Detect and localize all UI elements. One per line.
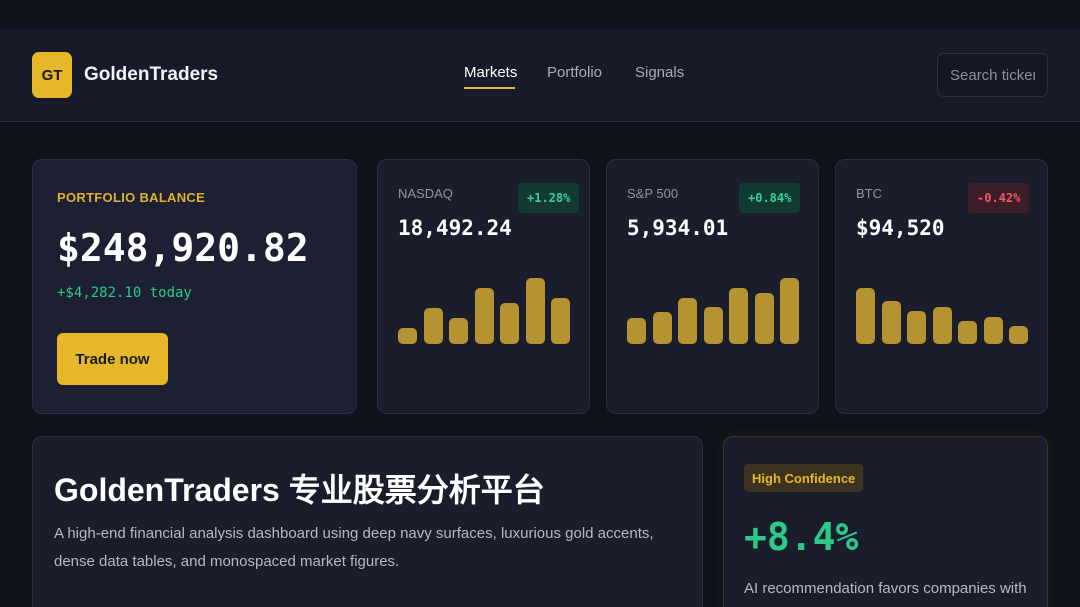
- ticker-value: 5,934.01: [627, 216, 729, 240]
- signal-return-value: +8.4%: [744, 515, 859, 559]
- sparkbar: [398, 327, 417, 344]
- ticker-name: S&P 500: [627, 186, 679, 201]
- sparkbar: [932, 307, 952, 344]
- ticker-sparkbars: [398, 260, 570, 344]
- ticker-change-badge: +0.84%: [739, 183, 801, 213]
- sparkbar: [525, 278, 545, 344]
- brand-name[interactable]: GoldenTraders: [84, 64, 218, 86]
- ticker-change-badge: -0.42%: [968, 183, 1030, 213]
- platform-description: A high-end financial analysis dashboard …: [54, 525, 654, 570]
- balance-value: $248,920.82: [57, 226, 309, 270]
- trade-now-button[interactable]: Trade now: [57, 333, 168, 385]
- sparkbar: [423, 307, 443, 344]
- signal-description: AI recommendation favors companies with: [744, 580, 1027, 597]
- window-top-strip: [0, 0, 1080, 29]
- sparkbar: [449, 317, 468, 344]
- sparkbar: [500, 303, 519, 344]
- sparkbar: [551, 297, 570, 344]
- balance-label: PORTFOLIO BALANCE: [57, 190, 206, 205]
- nav-markets[interactable]: Markets: [464, 64, 517, 81]
- ticker-sparkbars: [856, 260, 1028, 344]
- sparkbar: [881, 301, 901, 344]
- portfolio-balance-card: PORTFOLIO BALANCE $248,920.82 +$4,282.10…: [32, 159, 357, 414]
- confidence-badge: High Confidence: [744, 464, 864, 492]
- sparkbar: [729, 287, 748, 344]
- sparkbar: [678, 297, 697, 344]
- top-navbar: GT GoldenTraders Markets Portfolio Signa…: [0, 29, 1080, 122]
- sparkbar: [780, 278, 799, 344]
- ticker-value: $94,520: [856, 216, 945, 240]
- platform-intro-card: GoldenTraders 专业股票分析平台 A high-end financ…: [32, 436, 703, 607]
- nav-portfolio[interactable]: Portfolio: [547, 64, 602, 81]
- ticker-name: BTC: [856, 186, 882, 201]
- sparkbar: [627, 317, 646, 344]
- sparkbar: [703, 307, 723, 344]
- ticker-card-nasdaq[interactable]: NASDAQ +1.28% 18,492.24: [377, 159, 590, 414]
- ticker-card-sp500[interactable]: S&P 500 +0.84% 5,934.01: [606, 159, 819, 414]
- nav-signals[interactable]: Signals: [635, 64, 684, 81]
- sparkbar: [958, 320, 977, 344]
- ticker-change-badge: +1.28%: [518, 183, 580, 213]
- ai-signal-card: High Confidence +8.4% AI recommendation …: [723, 436, 1048, 607]
- ticker-name: NASDAQ: [398, 186, 453, 201]
- sparkbar: [983, 316, 1003, 344]
- search-ticker-input[interactable]: [937, 53, 1048, 97]
- platform-title: GoldenTraders 专业股票分析平台: [54, 472, 545, 508]
- ticker-sparkbars: [627, 260, 799, 344]
- balance-daily-change: +$4,282.10 today: [57, 285, 192, 301]
- sparkbar: [907, 311, 926, 344]
- active-nav-underline: [464, 87, 515, 89]
- sparkbar: [474, 287, 494, 344]
- sparkbar: [754, 292, 774, 344]
- sparkbar: [856, 287, 875, 344]
- brand-logo[interactable]: GT: [32, 52, 72, 98]
- ticker-value: 18,492.24: [398, 216, 512, 240]
- sparkbar: [652, 312, 672, 344]
- sparkbar: [1009, 326, 1028, 344]
- ticker-card-btc[interactable]: BTC -0.42% $94,520: [835, 159, 1048, 414]
